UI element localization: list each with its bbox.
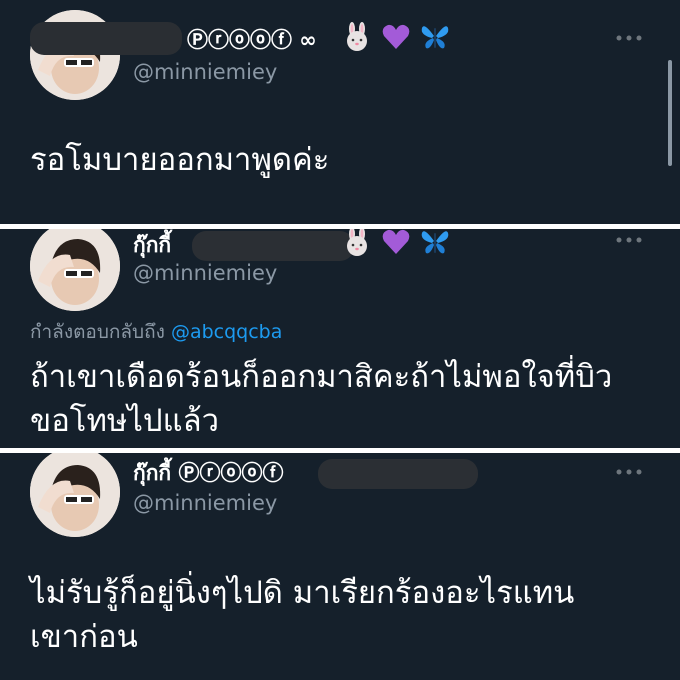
more-options-icon[interactable] bbox=[614, 33, 644, 43]
tweet-text: รอโมบายออกมาพูดค่ะ bbox=[30, 142, 330, 178]
tweet-card[interactable]: กุ๊กกี้ @minniemiey กำลังตอบกลับถึง @abc… bbox=[0, 229, 680, 448]
avatar[interactable] bbox=[30, 453, 120, 537]
tweet-card[interactable]: Ⓟⓡⓞⓞⓕ ∞ @minniemiey รอโมบายออกมาพูดค่ะ bbox=[0, 0, 680, 224]
tweet-text: ถ้าเขาเดือดร้อนก็ออกมาสิคะถ้าไม่พอใจที่บ… bbox=[30, 359, 613, 439]
display-name[interactable]: กุ๊กกี้ bbox=[133, 229, 171, 262]
reply-context: กำลังตอบกลับถึง @abcqqcba bbox=[30, 317, 282, 347]
handle[interactable]: @minniemiey bbox=[133, 60, 277, 84]
name-emojis bbox=[342, 22, 454, 52]
redacted-name-blur bbox=[318, 459, 478, 489]
handle[interactable]: @minniemiey bbox=[133, 491, 277, 515]
handle[interactable]: @minniemiey bbox=[133, 261, 277, 285]
display-name[interactable]: กุ๊กกี้ Ⓟⓡⓞⓞⓕ bbox=[133, 457, 283, 490]
butterfly-icon bbox=[421, 231, 449, 254]
tweet-text: ไม่รับรู้ก็อยู่นิ่งๆไปดิ มาเรียกร้องอะไร… bbox=[30, 575, 575, 655]
tweet-card[interactable]: กุ๊กกี้ Ⓟⓡⓞⓞⓕ @minniemiey ไม่รับรู้ก็อยู… bbox=[0, 453, 680, 680]
reply-mention-link[interactable]: @abcqqcba bbox=[171, 321, 282, 343]
purple-heart-icon bbox=[382, 24, 410, 49]
more-options-icon[interactable] bbox=[614, 467, 644, 477]
butterfly-icon bbox=[421, 26, 449, 49]
scrollbar[interactable] bbox=[668, 60, 672, 166]
avatar[interactable] bbox=[30, 229, 120, 311]
purple-heart-icon bbox=[382, 229, 410, 254]
name-emojis bbox=[342, 229, 454, 257]
more-options-icon[interactable] bbox=[614, 235, 644, 245]
redacted-name-blur bbox=[30, 22, 182, 55]
rabbit-icon bbox=[347, 229, 367, 256]
display-name[interactable]: Ⓟⓡⓞⓞⓕ ∞ bbox=[187, 24, 317, 54]
screenshot-stack: Ⓟⓡⓞⓞⓕ ∞ @minniemiey รอโมบายออกมาพูดค่ะ ก… bbox=[0, 0, 680, 680]
redacted-name-blur bbox=[192, 231, 354, 261]
reply-prefix: กำลังตอบกลับถึง bbox=[30, 321, 165, 343]
rabbit-icon bbox=[347, 22, 367, 51]
